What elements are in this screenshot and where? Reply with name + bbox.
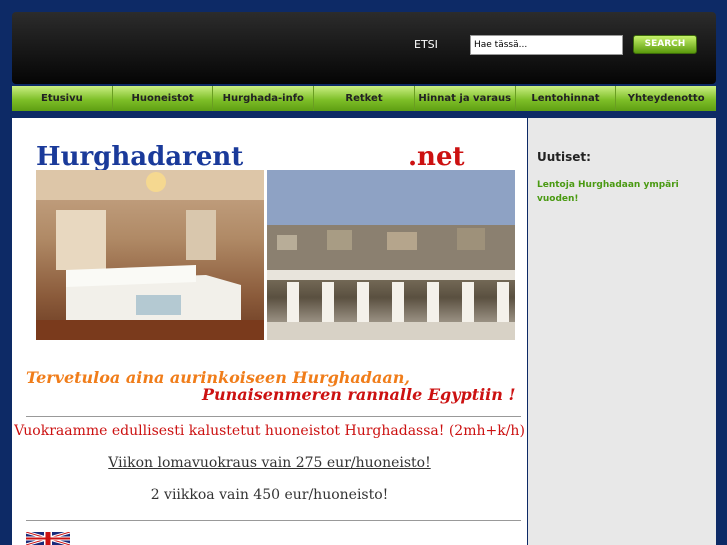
header-bar: ETSI SEARCH bbox=[12, 12, 716, 84]
divider bbox=[26, 416, 521, 417]
nav-item-hinnat-ja-varaus[interactable]: Hinnat ja varaus bbox=[415, 86, 516, 111]
nav-item-hurghada-info[interactable]: Hurghada-info bbox=[213, 86, 315, 111]
logo-text-tld: .net bbox=[408, 142, 465, 170]
apartment-interior-photo bbox=[36, 170, 264, 340]
news-link[interactable]: Lentoja Hurghadaan ympäri vuoden! bbox=[537, 178, 697, 206]
nav-item-yhteydenotto[interactable]: Yhteydenotto bbox=[616, 86, 716, 111]
news-title: Uutiset: bbox=[537, 150, 591, 164]
search-label: ETSI bbox=[414, 38, 438, 51]
nav-item-huoneistot[interactable]: Huoneistot bbox=[113, 86, 214, 111]
offer-text-two-weeks: 2 viikkoa vain 450 eur/huoneisto! bbox=[150, 487, 389, 503]
logo-text-main: Hurghadarent bbox=[36, 142, 243, 170]
main-nav: Etusivu Huoneistot Hurghada-info Retket … bbox=[12, 86, 716, 111]
main-content: Hurghadarent .net Tervetuloa aina aurink… bbox=[12, 118, 527, 545]
search-button[interactable]: SEARCH bbox=[633, 35, 697, 54]
nav-item-etusivu[interactable]: Etusivu bbox=[12, 86, 113, 111]
offer-text-apartments: Vuokraamme edullisesti kalustetut huonei… bbox=[14, 423, 525, 439]
nav-item-lentohinnat[interactable]: Lentohinnat bbox=[516, 86, 617, 111]
search-input[interactable] bbox=[470, 35, 623, 55]
welcome-line-2: Punaisenmeren rannalle Egyptiin ! bbox=[202, 385, 516, 404]
divider bbox=[26, 520, 521, 521]
offer-link-weekly[interactable]: Viikon lomavuokraus vain 275 eur/huoneis… bbox=[12, 455, 527, 471]
city-view-photo bbox=[267, 170, 515, 340]
nav-item-retket[interactable]: Retket bbox=[314, 86, 415, 111]
site-logo: Hurghadarent .net bbox=[36, 142, 465, 170]
uk-flag-icon[interactable] bbox=[26, 532, 70, 545]
news-sidebar: Uutiset: Lentoja Hurghadaan ympäri vuode… bbox=[528, 118, 716, 545]
